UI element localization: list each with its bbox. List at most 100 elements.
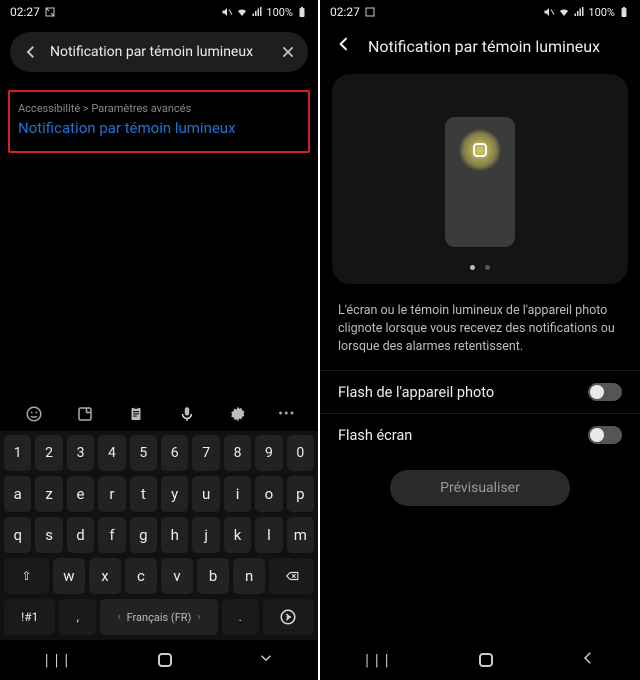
- setting-camera-flash[interactable]: Flash de l'appareil photo: [320, 370, 640, 413]
- setting-screen-flash[interactable]: Flash écran: [320, 413, 640, 456]
- key-y[interactable]: y: [161, 476, 188, 512]
- keyboard-row-space: !#1 , ‹ Français (FR) › .: [4, 599, 314, 635]
- key-f[interactable]: f: [98, 517, 125, 553]
- status-time: 02:27: [10, 5, 40, 19]
- key-w[interactable]: w: [53, 558, 85, 594]
- chevron-right-icon: ›: [191, 612, 206, 623]
- key-7[interactable]: 7: [192, 435, 219, 471]
- screenshot-icon: [44, 6, 56, 18]
- key-4[interactable]: 4: [98, 435, 125, 471]
- mic-icon[interactable]: [176, 403, 198, 425]
- key-dot[interactable]: .: [222, 599, 259, 635]
- more-icon[interactable]: •••: [278, 406, 295, 422]
- battery-icon: [618, 6, 630, 18]
- key-enter[interactable]: [263, 599, 314, 635]
- key-m[interactable]: m: [287, 517, 314, 553]
- key-u[interactable]: u: [192, 476, 219, 512]
- page-title: Notification par témoin lumineux: [368, 37, 600, 56]
- nav-back[interactable]: [257, 649, 275, 671]
- nav-back[interactable]: [579, 649, 597, 671]
- key-p[interactable]: p: [287, 476, 314, 512]
- key-9[interactable]: 9: [255, 435, 282, 471]
- dot-inactive: [485, 265, 490, 270]
- key-t[interactable]: t: [130, 476, 157, 512]
- key-z[interactable]: z: [35, 476, 62, 512]
- battery-icon: [296, 6, 308, 18]
- sticker-icon[interactable]: [74, 403, 96, 425]
- key-5[interactable]: 5: [130, 435, 157, 471]
- key-0[interactable]: 0: [287, 435, 314, 471]
- key-a[interactable]: a: [4, 476, 31, 512]
- key-i[interactable]: i: [224, 476, 251, 512]
- chevron-left-icon: ‹: [112, 612, 127, 623]
- key-comma[interactable]: ,: [59, 599, 96, 635]
- battery-percent: 100%: [588, 6, 615, 19]
- toggle-camera-flash[interactable]: [588, 383, 622, 401]
- search-bar[interactable]: Notification par témoin lumineux: [10, 32, 308, 72]
- nav-home[interactable]: [479, 653, 493, 667]
- mute-icon: [221, 6, 233, 18]
- nav-recents[interactable]: |||: [43, 653, 72, 668]
- clear-icon[interactable]: [280, 44, 296, 60]
- key-d[interactable]: d: [67, 517, 94, 553]
- key-g[interactable]: g: [130, 517, 157, 553]
- mute-icon: [543, 6, 555, 18]
- phone-left-search-screen: 02:27 100% Notification par témoin lumin…: [0, 0, 320, 680]
- search-result-highlighted[interactable]: Accessibilité > Paramètres avancés Notif…: [8, 90, 310, 153]
- key-v[interactable]: v: [161, 558, 193, 594]
- key-1[interactable]: 1: [4, 435, 31, 471]
- key-h[interactable]: h: [161, 517, 188, 553]
- signal-icon: [573, 6, 585, 18]
- key-n[interactable]: n: [233, 558, 265, 594]
- key-6[interactable]: 6: [161, 435, 188, 471]
- key-l[interactable]: l: [255, 517, 282, 553]
- back-icon[interactable]: [334, 34, 354, 58]
- screenshot-icon: [364, 6, 376, 18]
- key-space[interactable]: ‹ Français (FR) ›: [100, 599, 218, 635]
- key-k[interactable]: k: [224, 517, 251, 553]
- key-shift[interactable]: ⇧: [4, 558, 49, 594]
- key-c[interactable]: c: [125, 558, 157, 594]
- result-title: Notification par témoin lumineux: [18, 119, 300, 137]
- flash-glow-icon: [459, 129, 501, 171]
- key-j[interactable]: j: [192, 517, 219, 553]
- wifi-icon: [558, 6, 570, 18]
- battery-percent: 100%: [266, 6, 293, 19]
- key-x[interactable]: x: [89, 558, 121, 594]
- status-time: 02:27: [330, 5, 360, 19]
- keyboard-row-numbers: 1 2 3 4 5 6 7 8 9 0: [4, 435, 314, 471]
- key-symbols[interactable]: !#1: [4, 599, 55, 635]
- key-backspace[interactable]: [269, 558, 314, 594]
- settings-icon[interactable]: [227, 403, 249, 425]
- result-breadcrumb: Accessibilité > Paramètres avancés: [18, 102, 300, 115]
- status-bar: 02:27 100%: [320, 0, 640, 24]
- key-b[interactable]: b: [197, 558, 229, 594]
- key-o[interactable]: o: [255, 476, 282, 512]
- signal-icon: [251, 6, 263, 18]
- key-8[interactable]: 8: [224, 435, 251, 471]
- key-2[interactable]: 2: [35, 435, 62, 471]
- page-indicator[interactable]: [332, 255, 628, 274]
- status-bar: 02:27 100%: [0, 0, 318, 24]
- keyboard-toolbar: •••: [0, 397, 318, 431]
- nav-home[interactable]: [158, 653, 172, 667]
- setting-description: L'écran ou le témoin lumineux de l'appar…: [320, 292, 640, 370]
- setting-label: Flash écran: [338, 427, 412, 444]
- key-r[interactable]: r: [98, 476, 125, 512]
- search-input[interactable]: Notification par témoin lumineux: [50, 44, 270, 60]
- nav-recents[interactable]: |||: [363, 653, 392, 668]
- preview-button[interactable]: Prévisualiser: [390, 470, 570, 506]
- space-label: Français (FR): [127, 611, 192, 624]
- key-3[interactable]: 3: [67, 435, 94, 471]
- key-e[interactable]: e: [67, 476, 94, 512]
- navigation-bar: |||: [320, 640, 640, 680]
- back-icon[interactable]: [22, 43, 40, 61]
- clipboard-icon[interactable]: [125, 403, 147, 425]
- key-s[interactable]: s: [35, 517, 62, 553]
- emoji-icon[interactable]: [23, 403, 45, 425]
- preview-illustration[interactable]: [332, 74, 628, 284]
- key-q[interactable]: q: [4, 517, 31, 553]
- wifi-icon: [236, 6, 248, 18]
- dot-active: [470, 265, 475, 270]
- toggle-screen-flash[interactable]: [588, 426, 622, 444]
